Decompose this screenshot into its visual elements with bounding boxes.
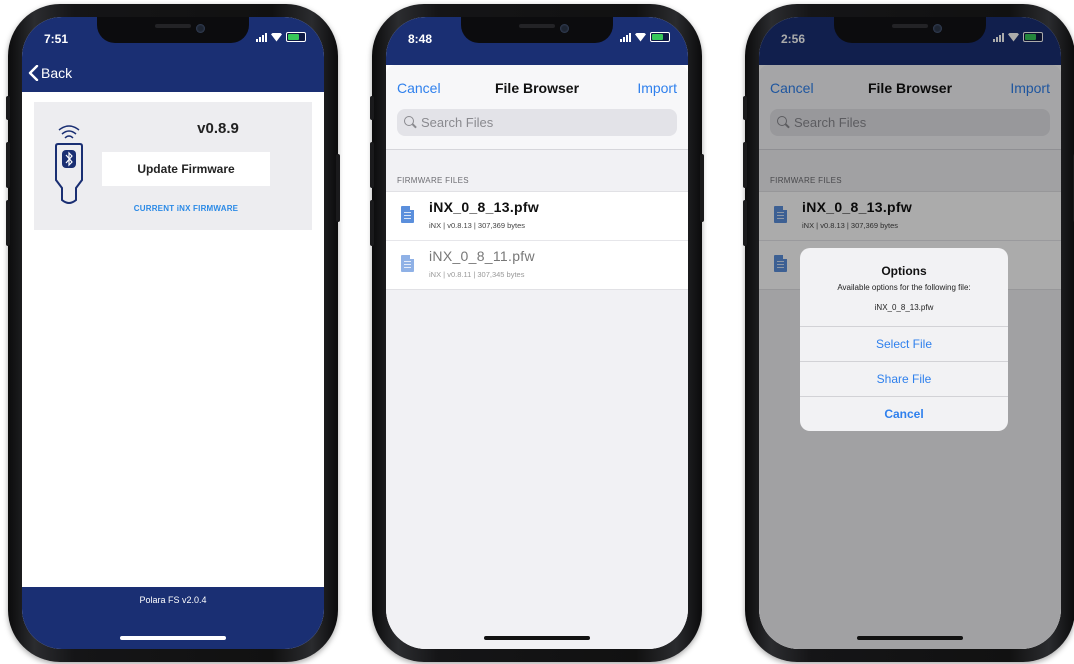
file-row[interactable]: iNX_0_8_11.pfw iNX | v0.8.11 | 307,345 b… <box>386 241 688 289</box>
file-name: iNX_0_8_13.pfw <box>429 199 540 215</box>
wifi-icon <box>635 32 646 42</box>
battery-icon <box>286 32 306 42</box>
notch <box>461 17 613 43</box>
file-browser-sheet: Cancel File Browser Import Search Files … <box>386 65 688 649</box>
search-input[interactable]: Search Files <box>397 109 677 136</box>
status-time: 7:51 <box>44 32 69 46</box>
home-indicator[interactable] <box>120 636 226 640</box>
signal-icon <box>256 32 267 42</box>
home-indicator[interactable] <box>484 636 590 640</box>
back-label: Back <box>41 65 73 81</box>
select-file-button[interactable]: Select File <box>800 326 1008 361</box>
wifi-icon <box>271 32 282 42</box>
notch <box>834 17 986 43</box>
file-list: iNX_0_8_13.pfw iNX | v0.8.13 | 307,369 b… <box>386 191 688 290</box>
phone-2: 8:48 Cancel File Browser Import Search F… <box>370 4 704 662</box>
screen: 7:51 Back v0.8.9 Update Firmware CURRENT <box>22 17 324 649</box>
file-row[interactable]: iNX_0_8_13.pfw iNX | v0.8.13 | 307,369 b… <box>386 192 688 241</box>
sheet-header: Cancel File Browser Import Search Files <box>386 65 688 150</box>
options-dialog: Options Available options for the follow… <box>800 248 1008 431</box>
file-icon <box>401 206 414 223</box>
import-button[interactable]: Import <box>637 80 677 96</box>
screen: 8:48 Cancel File Browser Import Search F… <box>386 17 688 649</box>
status-time: 8:48 <box>408 32 433 46</box>
file-name: iNX_0_8_11.pfw <box>429 248 535 264</box>
current-firmware-link[interactable]: CURRENT iNX FIRMWARE <box>102 204 270 213</box>
file-meta: iNX | v0.8.11 | 307,345 bytes <box>429 270 525 279</box>
signal-icon <box>620 32 631 42</box>
dialog-title: Options <box>881 264 927 278</box>
app-version-label: Polara FS v2.0.4 <box>139 595 207 605</box>
firmware-card: v0.8.9 Update Firmware CURRENT iNX FIRMW… <box>34 102 312 230</box>
bluetooth-device-icon <box>55 125 83 204</box>
file-icon <box>401 255 414 272</box>
phone-3: 2:56 Cancel File Browser Import Search F… <box>743 4 1074 662</box>
firmware-version: v0.8.9 <box>197 120 239 137</box>
footer: Polara FS v2.0.4 <box>22 587 324 649</box>
share-file-button[interactable]: Share File <box>800 361 1008 396</box>
screen: 2:56 Cancel File Browser Import Search F… <box>759 17 1061 649</box>
file-meta: iNX | v0.8.13 | 307,369 bytes <box>429 221 526 230</box>
section-header: FIRMWARE FILES <box>397 176 469 185</box>
notch <box>97 17 249 43</box>
search-icon <box>404 116 414 126</box>
dialog-cancel-button[interactable]: Cancel <box>800 396 1008 431</box>
battery-icon <box>650 32 670 42</box>
update-firmware-button[interactable]: Update Firmware <box>102 152 270 186</box>
phone-1: 7:51 Back v0.8.9 Update Firmware CURRENT <box>6 4 340 662</box>
search-placeholder: Search Files <box>421 115 494 130</box>
dialog-message: Available options for the following file… <box>837 283 971 292</box>
home-indicator[interactable] <box>857 636 963 640</box>
chevron-left-icon <box>28 65 39 81</box>
back-button[interactable]: Back <box>28 65 72 81</box>
dialog-filename: iNX_0_8_13.pfw <box>874 303 934 312</box>
